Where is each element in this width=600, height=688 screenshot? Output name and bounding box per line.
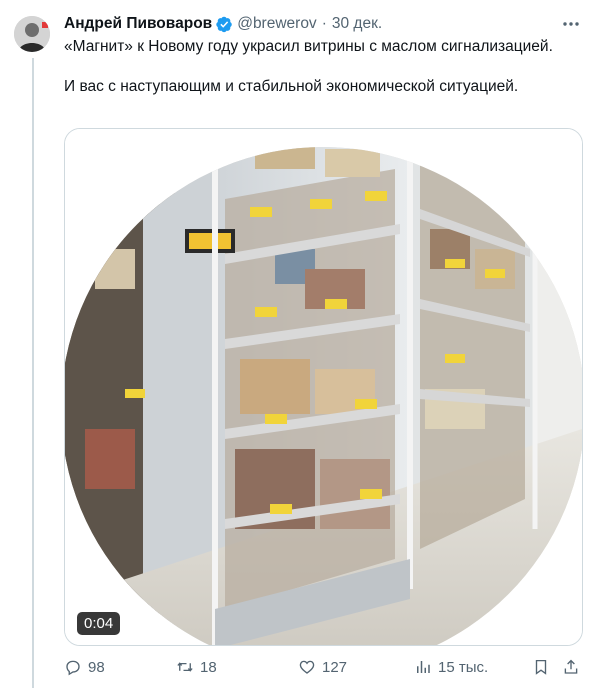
reply-icon [66, 660, 80, 676]
avatar-image [14, 16, 50, 52]
like-button[interactable]: 127 [298, 654, 347, 680]
views-count: 15 тыс. [438, 658, 489, 676]
video-frame [65, 129, 582, 645]
author-handle[interactable]: @brewerov [237, 15, 316, 33]
repost-count: 18 [200, 658, 217, 676]
tweet-text-paragraph-1: «Магнит» к Новому году украсил витрины с… [64, 38, 553, 55]
video-duration: 0:04 [77, 612, 121, 635]
bookmark-icon [535, 659, 547, 675]
tweet-text-paragraph-2: И вас с наступающим и стабильной экономи… [64, 78, 519, 95]
share-button[interactable] [562, 654, 586, 680]
views-button[interactable]: 15 тыс. [414, 654, 488, 680]
like-count: 127 [322, 658, 348, 676]
repost-icon [177, 662, 193, 672]
views-icon [417, 661, 430, 673]
video-player[interactable]: 0:04 [64, 128, 583, 646]
tweet-header: Андрей Пивоваров @brewerov · 30 дек. [64, 13, 382, 35]
tweet-date[interactable]: 30 дек. [332, 15, 382, 33]
avatar[interactable] [14, 16, 50, 52]
tweet-text: «Магнит» к Новому году украсил витрины с… [64, 37, 574, 97]
reply-button[interactable]: 98 [64, 654, 105, 680]
thread-line [32, 58, 34, 688]
bookmark-button[interactable] [532, 654, 556, 680]
more-icon[interactable] [560, 14, 582, 36]
verified-icon [216, 16, 232, 32]
action-bar: 98 18 127 15 тыс. [64, 654, 584, 680]
repost-button[interactable]: 18 [176, 654, 217, 680]
author-name[interactable]: Андрей Пивоваров [64, 15, 212, 33]
reply-count: 98 [88, 658, 105, 676]
like-icon [299, 660, 315, 674]
header-separator: · [321, 15, 327, 32]
share-icon [564, 659, 578, 674]
